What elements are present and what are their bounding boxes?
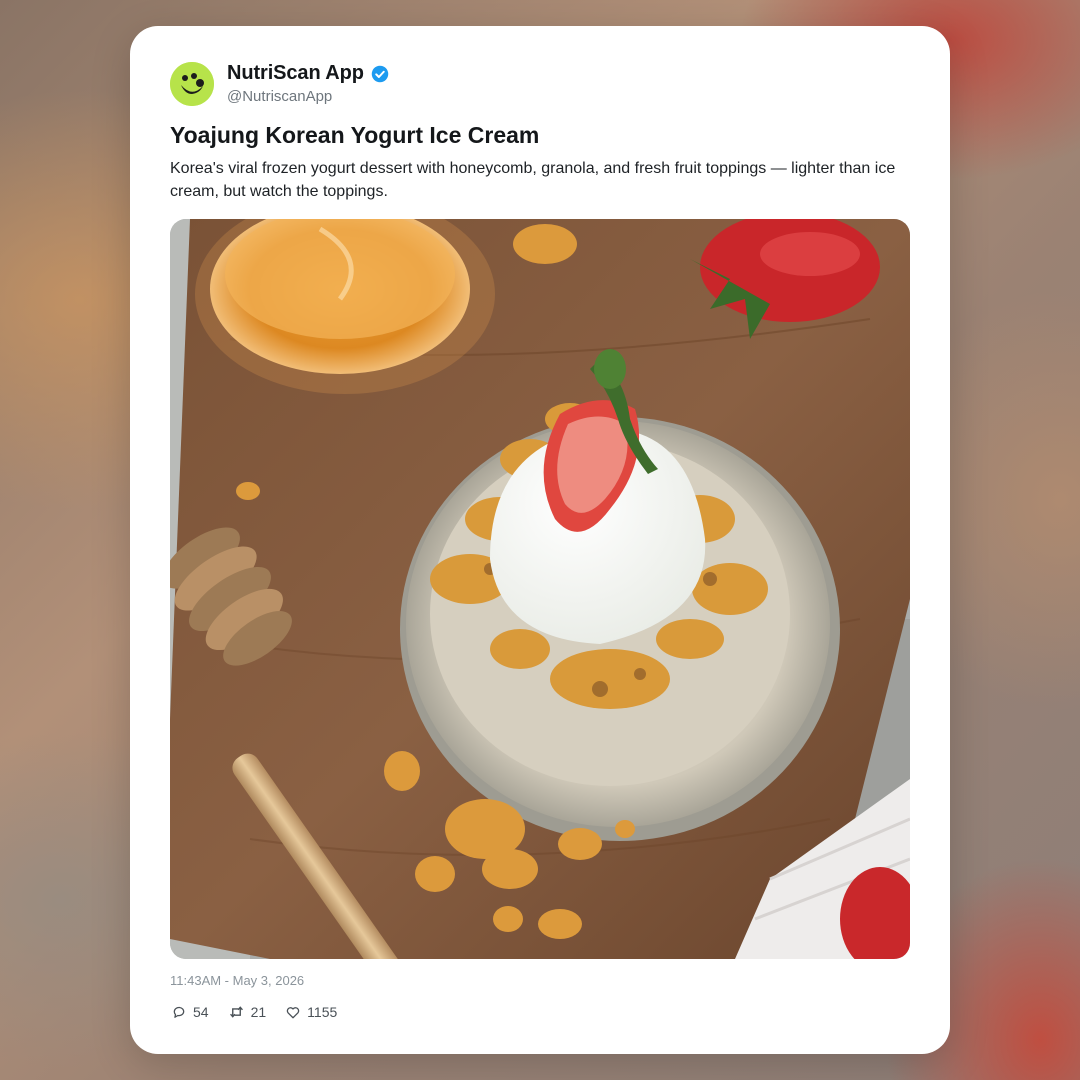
post-description: Korea's viral frozen yogurt dessert with… <box>170 160 896 200</box>
post-timestamp: 11:43AM - May 3, 2026 <box>170 973 305 988</box>
post-image[interactable] <box>170 219 910 959</box>
like-count: 1155 <box>307 1004 338 1020</box>
retweet-button[interactable]: 21 <box>229 1004 267 1020</box>
account-name-row: NutriScan App <box>227 62 389 85</box>
verified-badge-icon <box>371 65 389 82</box>
account-name[interactable]: NutriScan App <box>227 62 364 85</box>
reply-button[interactable]: 54 <box>172 1004 209 1020</box>
dessert-photo <box>170 219 910 959</box>
reply-icon <box>173 1006 185 1018</box>
retweet-count: 21 <box>250 1004 267 1020</box>
retweet-icon <box>229 1006 243 1018</box>
post-actions: 54 21 1155 <box>172 1004 337 1020</box>
avatar[interactable] <box>170 62 214 106</box>
account-handle[interactable]: @NutriscanApp <box>227 88 332 105</box>
like-button[interactable]: 1155 <box>286 1004 337 1020</box>
post-card: NutriScan App @NutriscanApp Yoajung Kore… <box>130 26 950 1054</box>
smiley-logo-icon <box>170 62 214 106</box>
post-title: Yoajung Korean Yogurt Ice Cream <box>170 122 540 148</box>
reply-count: 54 <box>193 1004 209 1020</box>
heart-icon <box>286 1006 300 1018</box>
